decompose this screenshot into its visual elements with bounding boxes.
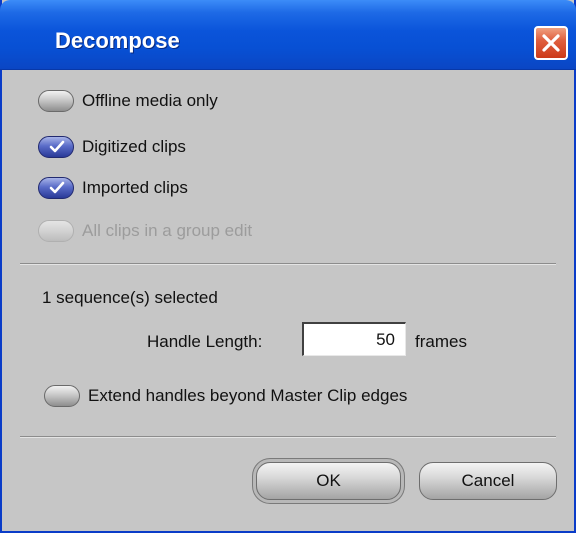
offline-media-only-label: Offline media only <box>82 91 218 110</box>
toggle-disabled-icon <box>38 220 74 242</box>
offline-media-only-toggle[interactable]: Offline media only <box>38 86 218 116</box>
dialog-title: Decompose <box>55 28 180 53</box>
checkmark-icon <box>38 136 74 158</box>
decompose-dialog: Decompose Offline media only Digitized c… <box>0 0 576 533</box>
imported-clips-toggle[interactable]: Imported clips <box>38 173 188 203</box>
toggle-off-icon <box>44 385 80 407</box>
separator-top <box>20 263 556 265</box>
sequences-selected-text: 1 sequence(s) selected <box>42 288 218 307</box>
ok-button[interactable]: OK <box>256 462 401 500</box>
dialog-body: Offline media only Digitized clips Impor… <box>2 70 574 531</box>
digitized-clips-label: Digitized clips <box>82 137 186 156</box>
separator-bottom <box>20 436 556 438</box>
checkmark-icon <box>38 177 74 199</box>
close-icon <box>542 34 560 52</box>
handle-length-label: Handle Length: <box>147 332 263 351</box>
imported-clips-label: Imported clips <box>82 178 188 197</box>
digitized-clips-toggle[interactable]: Digitized clips <box>38 132 186 162</box>
extend-handles-label: Extend handles beyond Master Clip edges <box>88 386 408 405</box>
title-bar[interactable]: Decompose <box>0 0 576 70</box>
frames-unit-label: frames <box>415 332 467 351</box>
extend-handles-toggle[interactable]: Extend handles beyond Master Clip edges <box>44 381 407 411</box>
cancel-button[interactable]: Cancel <box>419 462 557 500</box>
all-clips-in-group-edit-label: All clips in a group edit <box>82 221 253 240</box>
toggle-off-icon <box>38 90 74 112</box>
handle-length-input[interactable] <box>302 322 406 356</box>
close-button[interactable] <box>534 26 568 60</box>
all-clips-in-group-edit-toggle: All clips in a group edit <box>38 216 252 246</box>
